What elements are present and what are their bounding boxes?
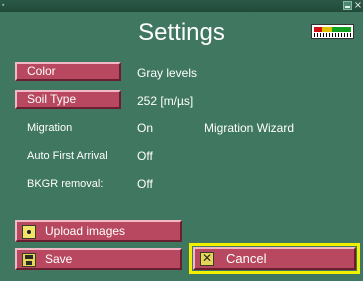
camera-icon (22, 225, 36, 239)
save-button[interactable]: Save (15, 248, 182, 270)
save-label: Save (45, 252, 73, 266)
minimize-icon[interactable] (343, 1, 352, 10)
title-bar: ▪ × (0, 0, 363, 12)
bkgr-removal-label: BKGR removal: (27, 178, 104, 190)
close-x-icon: ✕ (200, 251, 214, 266)
page-title: Settings (138, 19, 225, 46)
bkgr-removal-value[interactable]: Off (137, 177, 153, 191)
migration-value[interactable]: On (137, 121, 153, 135)
app-icon: ▪ (2, 2, 5, 9)
auto-first-arrival-value[interactable]: Off (137, 149, 153, 163)
soil-type-button[interactable]: Soil Type (15, 90, 121, 109)
close-icon[interactable]: × (353, 0, 363, 11)
migration-label: Migration (27, 122, 73, 134)
battery-scale (314, 33, 351, 37)
upload-images-button[interactable]: Upload images (15, 220, 182, 242)
color-button[interactable]: Color (15, 62, 121, 81)
floppy-disk-icon (22, 253, 36, 267)
soil-type-value: 252 [m/µs] (137, 94, 194, 108)
cancel-button[interactable]: ✕ Cancel (193, 247, 356, 270)
battery-level-bar (314, 27, 351, 32)
settings-window: ▪ × Settings Color Gray levels Soil Type… (0, 0, 363, 281)
battery-level-icon (311, 24, 354, 39)
upload-images-label: Upload images (45, 224, 126, 238)
migration-wizard-link[interactable]: Migration Wizard (204, 121, 294, 135)
cancel-label: Cancel (226, 251, 267, 266)
color-value: Gray levels (137, 66, 198, 80)
auto-first-arrival-label: Auto First Arrival (27, 150, 108, 162)
